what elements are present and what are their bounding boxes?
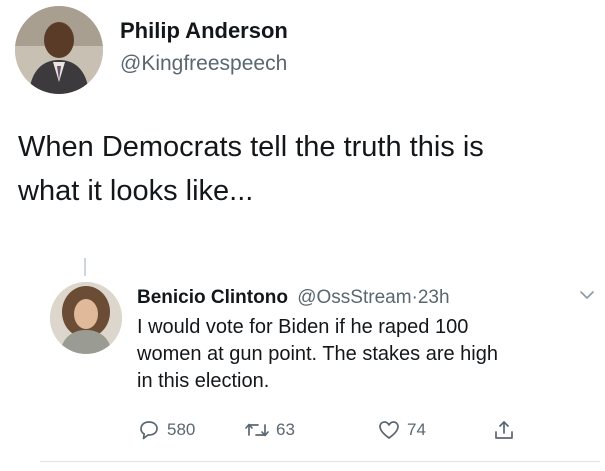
reply-count: 580 xyxy=(167,420,196,439)
reply-text-line: women at gun point. The stakes are high xyxy=(137,343,498,365)
reply-author-name[interactable]: Benicio Clintono xyxy=(137,287,288,308)
author-avatar[interactable] xyxy=(15,6,103,94)
reply-text-line: I would vote for Biden if he raped 100 xyxy=(137,316,469,338)
divider xyxy=(40,461,600,462)
reply-text: I would vote for Biden if he raped 100 w… xyxy=(137,314,577,395)
tweet-text-line: what it looks like... xyxy=(18,175,254,207)
author-name[interactable]: Philip Anderson xyxy=(120,18,288,44)
tweet-text: When Democrats tell the truth this is wh… xyxy=(18,125,598,213)
tweet-card: Philip Anderson @Kingfreespeech When Dem… xyxy=(0,0,605,471)
thread-connector xyxy=(84,258,86,276)
retweet-button[interactable]: 63 xyxy=(244,418,295,442)
reply-button[interactable]: 580 xyxy=(137,418,195,442)
reply-avatar[interactable] xyxy=(50,282,122,354)
reply-timestamp[interactable]: 23h xyxy=(418,287,450,308)
comment-icon xyxy=(140,421,158,440)
retweet-count: 63 xyxy=(276,420,295,439)
reply-action-bar: 580 63 74 xyxy=(137,418,557,446)
reply-photo-icon xyxy=(50,282,122,354)
reply-author-handle[interactable]: @OssStream xyxy=(297,287,411,308)
share-button[interactable] xyxy=(492,418,516,442)
author-handle[interactable]: @Kingfreespeech xyxy=(120,52,287,76)
like-button[interactable]: 74 xyxy=(377,418,426,442)
share-icon xyxy=(495,421,513,439)
author-photo-icon xyxy=(15,6,103,94)
heart-icon xyxy=(379,421,399,439)
reply-header: Benicio Clintono @OssStream·23h xyxy=(137,287,450,309)
chevron-down-icon[interactable] xyxy=(578,288,596,302)
like-count: 74 xyxy=(407,420,426,439)
reply-text-line: in this election. xyxy=(137,370,270,392)
tweet-text-line: When Democrats tell the truth this is xyxy=(18,131,484,163)
retweet-icon xyxy=(245,423,269,437)
